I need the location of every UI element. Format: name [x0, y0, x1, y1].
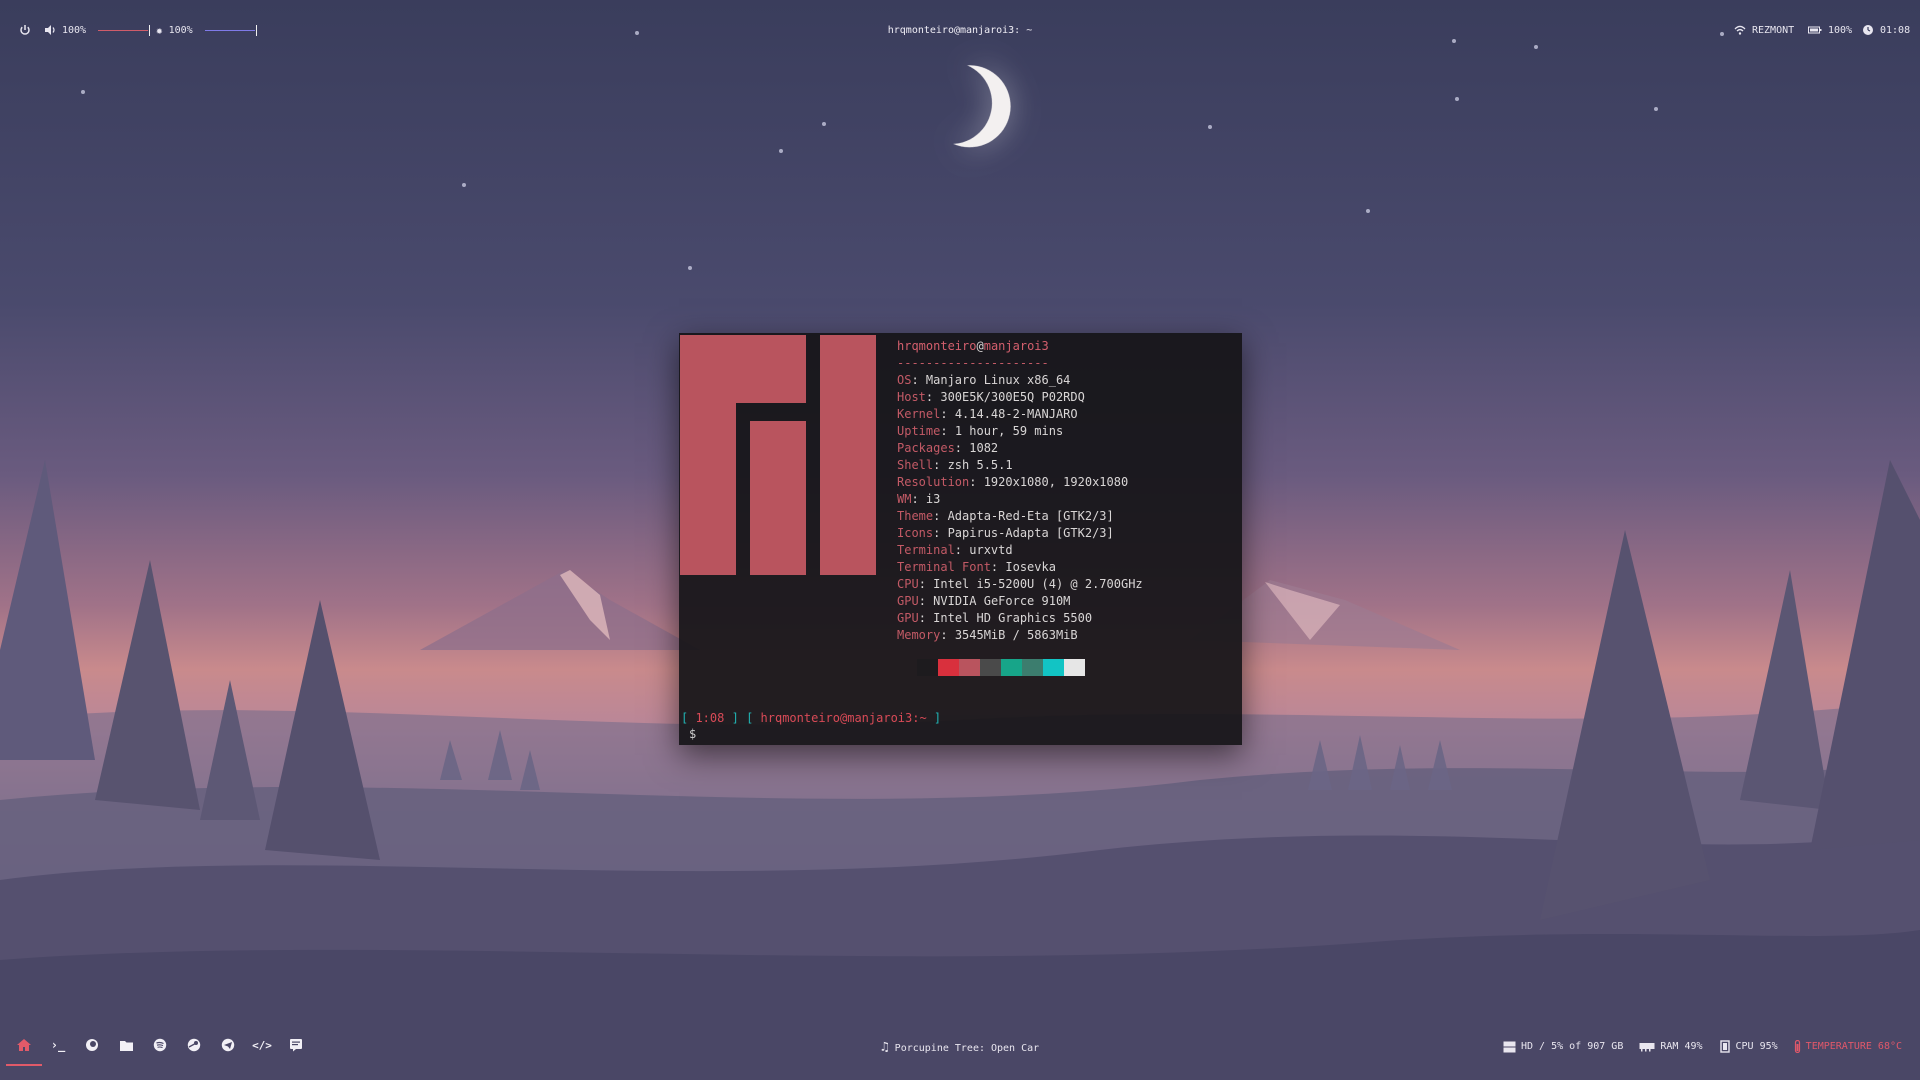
clock-icon [1863, 25, 1873, 35]
info-row: Uptime: 1 hour, 59 mins [897, 424, 1064, 438]
system-stats: HD / 5% of 907 GB RAM 49% CPU 95% TEMPER… [1503, 1040, 1902, 1053]
info-row: Kernel: 4.14.48-2-MANJARO [897, 407, 1078, 421]
ram-usage-text: RAM 49% [1660, 1041, 1703, 1052]
info-row: Host: 300E5K/300E5Q P02RDQ [897, 390, 1085, 404]
at-sign: @ [976, 339, 984, 353]
palette-swatch [959, 659, 980, 676]
top-status-bar: 100% ✹ 100% hrqmonteiro@manjaroi3: ~ REZ… [0, 0, 1920, 62]
info-row: Resolution: 1920x1080, 1920x1080 [897, 475, 1129, 489]
palette-swatch [1022, 659, 1043, 676]
palette-swatch [1001, 659, 1022, 676]
info-row: Terminal Font: Iosevka [897, 560, 1056, 574]
palette-swatch [938, 659, 959, 676]
temperature: TEMPERATURE 68°C [1794, 1040, 1902, 1053]
cpu-usage-text: CPU 95% [1735, 1041, 1778, 1052]
info-row: GPU: NVIDIA GeForce 910M [897, 594, 1071, 608]
hard-drive-icon [1503, 1041, 1516, 1052]
info-row: Terminal: urxvtd [897, 543, 1013, 557]
thermometer-icon [1794, 1040, 1800, 1053]
disk-usage-text: HD / 5% of 907 GB [1521, 1041, 1624, 1052]
palette-swatch [917, 659, 938, 676]
separator-line: --------------------- [897, 356, 1049, 370]
info-row: Icons: Papirus-Adapta [GTK2/3] [897, 526, 1114, 540]
hostname: manjaroi3 [983, 339, 1049, 353]
temperature-text: TEMPERATURE 68°C [1805, 1041, 1902, 1052]
info-row: Shell: zsh 5.5.1 [897, 458, 1013, 472]
disk-usage: HD / 5% of 907 GB [1503, 1041, 1623, 1053]
info-row: WM: i3 [897, 492, 941, 506]
battery-icon [1808, 26, 1822, 34]
wifi-name: REZMONT [1752, 24, 1795, 36]
color-palette [917, 659, 1085, 676]
now-playing-text: Porcupine Tree: Open Car [894, 1043, 1040, 1054]
music-note-icon: ♫ [880, 1040, 889, 1055]
info-row: OS: Manjaro Linux x86_64 [897, 373, 1071, 387]
bottom-dock-bar: ›_ </> ♫ Porcupine Tree: Open Car HD / 5… [0, 1020, 1920, 1080]
memory-icon [1639, 1042, 1655, 1051]
clock[interactable]: 01:08 [1862, 24, 1910, 36]
wifi-status[interactable]: REZMONT [1734, 24, 1794, 36]
clock-time: 01:08 [1880, 24, 1911, 36]
palette-swatch [1043, 659, 1064, 676]
palette-swatch [1064, 659, 1085, 676]
info-row: Theme: Adapta-Red-Eta [GTK2/3] [897, 509, 1114, 523]
username: hrqmonteiro [897, 339, 977, 353]
shell-prompt: [ 1:08 ] [ hrqmonteiro@manjaroi3:~ ] [681, 711, 942, 725]
info-row: Packages: 1082 [897, 441, 999, 455]
battery-status: 100% [1808, 24, 1852, 36]
palette-swatch [980, 659, 1001, 676]
info-row: CPU: Intel i5-5200U (4) @ 2.700GHz [897, 577, 1143, 591]
info-row: Memory: 3545MiB / 5863MiB [897, 628, 1078, 642]
cpu-usage: CPU 95% [1719, 1040, 1778, 1053]
neofetch-info: hrqmonteiro@manjaroi3 ------------------… [897, 338, 1143, 644]
cpu-icon [1719, 1040, 1730, 1053]
wifi-icon [1734, 25, 1746, 35]
command-input-line[interactable]: $ [689, 726, 696, 743]
info-row: GPU: Intel HD Graphics 5500 [897, 611, 1093, 625]
window-title: hrqmonteiro@manjaroi3: ~ [887, 25, 1033, 36]
ram-usage: RAM 49% [1639, 1041, 1703, 1052]
prompt-symbol: $ [689, 727, 697, 741]
manjaro-logo [680, 335, 876, 575]
terminal-window[interactable]: hrqmonteiro@manjaroi3 ------------------… [679, 333, 1242, 745]
battery-value: 100% [1828, 24, 1853, 36]
